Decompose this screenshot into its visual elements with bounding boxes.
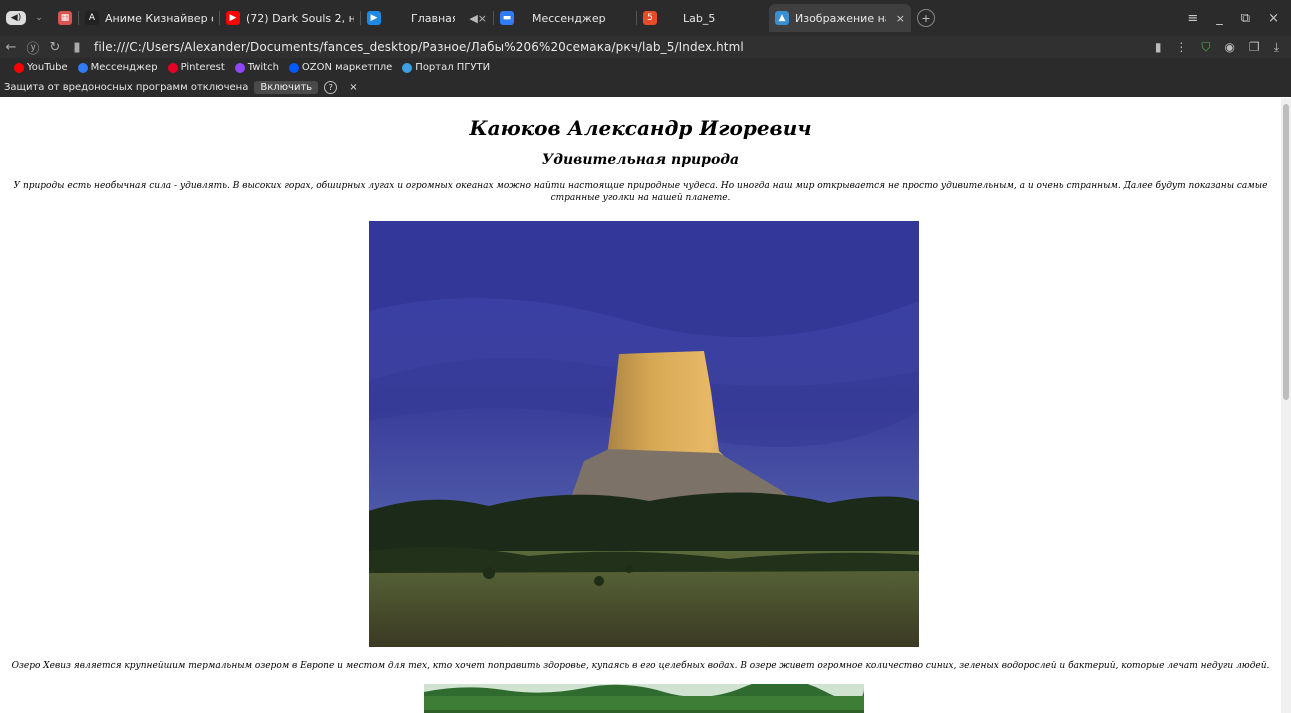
page-content: Каюков Александр Игоревич Удивительная п… bbox=[0, 98, 1281, 713]
browser-tab-bar: ◀) ⌄ ▦ A Аниме Кизнайвер смотре ▶ (72) D… bbox=[0, 0, 1291, 36]
ozon-icon bbox=[288, 62, 299, 73]
tab-main[interactable]: ▶ Главная ◀× bbox=[361, 4, 493, 32]
back-arrow-icon[interactable]: ← bbox=[0, 40, 22, 55]
chevron-down-icon[interactable]: ⌄ bbox=[32, 11, 46, 25]
more-icon[interactable]: ⋮ bbox=[1175, 40, 1187, 54]
devils-tower-picture bbox=[369, 221, 919, 647]
bookmark-ozon[interactable]: OZON маркетплe bbox=[288, 62, 393, 73]
youtube-icon bbox=[14, 62, 24, 73]
messenger-icon: ▬ bbox=[500, 11, 514, 25]
shield-icon[interactable]: ⛉ bbox=[1201, 40, 1210, 55]
bookmarks-bar: YouTube Мессенджер Pinterest Twitch OZON… bbox=[0, 58, 1291, 77]
tab-messenger[interactable]: ▬ Мессенджер bbox=[494, 4, 636, 32]
address-bar: ← ⓨ ↻ ▮ file:///C:/Users/Alexander/Docum… bbox=[0, 36, 1291, 58]
tab-lab5[interactable]: 5 Lab_5 bbox=[637, 4, 769, 32]
bookmark-label: YouTube bbox=[27, 62, 68, 73]
new-tab-button[interactable]: + bbox=[911, 4, 941, 32]
globe-icon bbox=[402, 62, 413, 73]
tab-anime[interactable]: A Аниме Кизнайвер смотре bbox=[79, 4, 219, 32]
bookmark-pguti[interactable]: Портал ПГУТИ bbox=[402, 62, 490, 73]
tab-label: Мессенджер bbox=[532, 11, 606, 25]
anime-site-icon: A bbox=[85, 11, 99, 25]
scrollbar-thumb[interactable] bbox=[1283, 104, 1289, 400]
bookmark-messenger[interactable]: Мессенджер bbox=[77, 62, 158, 73]
tab-label: Аниме Кизнайвер смотре bbox=[105, 11, 213, 25]
intro-paragraph: У природы есть необычная сила - удивлять… bbox=[13, 181, 1268, 203]
browser-menu-icon[interactable]: ≡ bbox=[1187, 11, 1198, 26]
tab-close-icon[interactable]: × bbox=[896, 12, 905, 25]
bookmark-label: Pinterest bbox=[180, 62, 225, 73]
tab-youtube[interactable]: ▶ (72) Dark Souls 2, но Я КА bbox=[220, 4, 360, 32]
mute-icon[interactable]: ◀× bbox=[469, 12, 487, 25]
close-icon[interactable]: × bbox=[1268, 11, 1279, 26]
video-site-icon: ▶ bbox=[367, 11, 381, 25]
download-icon[interactable]: ⤓ bbox=[1274, 40, 1279, 55]
devils-tower-image bbox=[369, 221, 919, 647]
reload-icon[interactable]: ↻ bbox=[44, 40, 66, 55]
infobar-text: Защита от вредоносных программ отключена bbox=[4, 81, 249, 93]
bookmark-label: Портал ПГУТИ bbox=[415, 62, 491, 73]
tab-label: Главная bbox=[411, 11, 456, 25]
heviz-lake-image bbox=[424, 684, 864, 713]
image-tab-icon: ▲ bbox=[775, 11, 789, 25]
tab-pinned-calendar[interactable]: ▦ bbox=[52, 4, 78, 32]
twitch-icon bbox=[234, 62, 245, 73]
url-field[interactable]: file:///C:/Users/Alexander/Documents/fan… bbox=[94, 40, 744, 54]
calendar-icon: ▦ bbox=[58, 11, 72, 25]
pinterest-icon bbox=[167, 62, 178, 73]
infobar-close-icon[interactable]: × bbox=[349, 82, 357, 93]
tab-audio[interactable]: ◀) ⌄ bbox=[0, 4, 52, 32]
tab-label: (72) Dark Souls 2, но Я КА bbox=[246, 11, 354, 25]
bookmark-label: OZON маркетплe bbox=[301, 62, 393, 73]
minimize-icon[interactable]: _ bbox=[1216, 11, 1223, 26]
alice-icon[interactable]: ◉ bbox=[1224, 40, 1234, 54]
bookmark-icon[interactable]: ▮ bbox=[1155, 40, 1162, 54]
page-title: Каюков Александр Игоревич bbox=[469, 116, 812, 140]
bookmark-label: Мессенджер bbox=[90, 62, 158, 73]
messenger-icon bbox=[77, 62, 88, 73]
plus-icon[interactable]: + bbox=[917, 9, 935, 27]
html-file-icon: 5 bbox=[643, 11, 657, 25]
bookmark-youtube[interactable]: YouTube bbox=[14, 62, 68, 73]
enable-button[interactable]: Включить bbox=[254, 80, 319, 94]
tab-label: Lab_5 bbox=[683, 11, 716, 25]
window-controls: ≡ _ ⧉ × bbox=[1187, 11, 1291, 26]
bookmark-twitch[interactable]: Twitch bbox=[234, 62, 279, 73]
bookmark-label: Twitch bbox=[247, 62, 279, 73]
page-subtitle: Удивительная природа bbox=[541, 152, 740, 168]
bookmark-pinterest[interactable]: Pinterest bbox=[167, 62, 225, 73]
yandex-icon[interactable]: ⓨ bbox=[22, 38, 44, 57]
image-caption: Озеро Хевиз является крупнейшим термальн… bbox=[11, 661, 1270, 671]
file-icon: ▮ bbox=[73, 39, 81, 55]
extensions-icon[interactable]: ❐ bbox=[1249, 40, 1260, 54]
protection-infobar: Защита от вредоносных программ отключена… bbox=[0, 77, 1291, 97]
youtube-icon: ▶ bbox=[226, 11, 240, 25]
tab-image-site-active[interactable]: ▲ Изображение на сайт × bbox=[769, 4, 911, 32]
address-bar-actions: ▮ ⋮ ⛉ ◉ ❐ ⤓ bbox=[1155, 40, 1291, 55]
forest-picture bbox=[424, 684, 864, 713]
tab-label: Изображение на сайт bbox=[795, 11, 886, 25]
page-scrollbar[interactable] bbox=[1281, 98, 1291, 713]
sound-icon[interactable]: ◀) bbox=[6, 11, 26, 25]
restore-icon[interactable]: ⧉ bbox=[1241, 11, 1250, 26]
help-icon[interactable]: ? bbox=[324, 80, 338, 94]
